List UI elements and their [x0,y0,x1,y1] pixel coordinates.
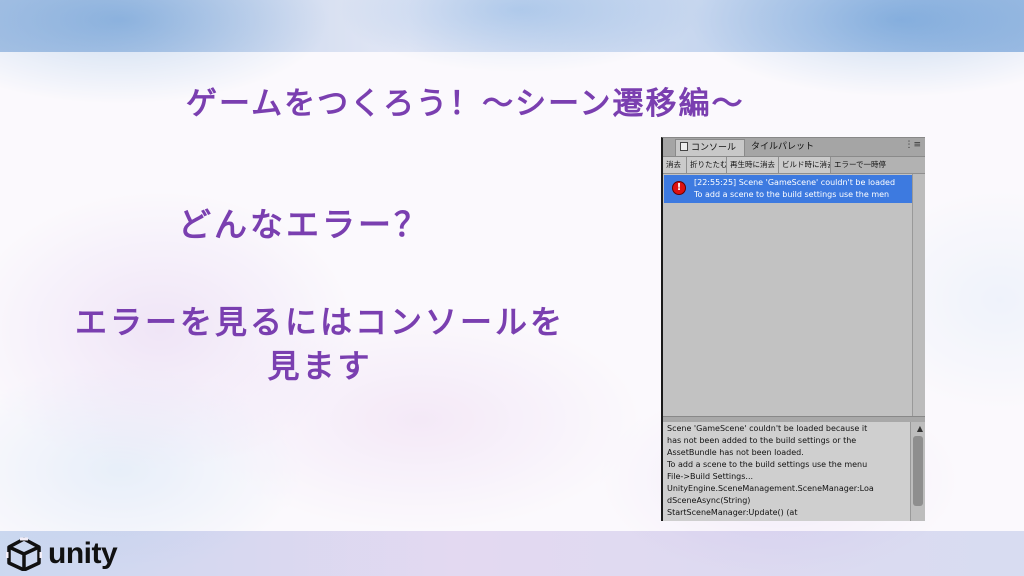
unity-logo: unity [6,536,118,572]
log-list-scrollbar[interactable] [912,174,925,416]
tab-console-label: コンソール [691,143,737,153]
detail-line: To add a scene to the build settings use… [667,460,868,469]
log-entry-row[interactable]: ! [22:55:25] Scene 'GameScene' couldn't … [664,175,914,203]
description-line-1: エラーを見るにはコンソールを [74,303,565,341]
slide-question: どんなエラー？ [178,205,430,244]
console-tab-bar: コンソール タイルパレット ⋮≡ [663,138,925,157]
clear-on-play-button[interactable]: 再生時に消去 [727,157,779,173]
tab-tile-palette-label: タイルパレット [751,142,815,152]
log-entry-line-2: To add a scene to the build settings use… [694,190,890,199]
unity-logo-text: unity [48,537,118,570]
collapse-button[interactable]: 折りたたむ [687,157,727,173]
detail-line: Scene 'GameScene' couldn't be loaded bec… [667,424,868,433]
log-list: ! [22:55:25] Scene 'GameScene' couldn't … [663,174,914,414]
bottom-watercolor-band [0,531,1024,576]
console-tab-icon [680,142,688,151]
detail-scrollbar[interactable]: ▲ [910,422,925,521]
error-pause-button[interactable]: エラーで一時停 [831,157,925,173]
clear-on-build-button[interactable]: ビルド時に消去 [779,157,831,173]
log-detail-panel: Scene 'GameScene' couldn't be loaded bec… [663,422,925,521]
error-icon: ! [672,181,686,195]
detail-line: AssetBundle has not been loaded. [667,448,804,457]
detail-line: has not been added to the build settings… [667,436,857,445]
slide-title: ゲームをつくろう！〜シーン遷移編〜 [186,86,745,122]
slide-description: エラーを見るにはコンソールを 見ます [50,300,590,388]
tab-console[interactable]: コンソール [675,139,745,156]
scroll-thumb[interactable] [913,436,923,506]
scroll-up-arrow-icon[interactable]: ▲ [917,424,923,433]
console-toolbar: 消去 折りたたむ 再生時に消去 ビルド時に消去 エラーで一時停 [663,157,925,174]
unity-console-window: コンソール タイルパレット ⋮≡ 消去 折りたたむ 再生時に消去 ビルド時に消去… [661,137,925,521]
log-entry-line-1: [22:55:25] Scene 'GameScene' couldn't be… [694,178,896,187]
description-line-2: 見ます [267,347,373,385]
top-watercolor-band [0,0,1024,52]
clear-button[interactable]: 消去 [663,157,687,173]
detail-line: dSceneAsync(String) [667,496,751,505]
unity-cube-icon [6,537,42,571]
detail-line: UnityEngine.SceneManagement.SceneManager… [667,484,874,493]
detail-line: StartSceneManager:Update() (at [667,508,798,517]
detail-line: File->Build Settings... [667,472,754,481]
tab-tile-palette[interactable]: タイルパレット [747,139,821,156]
window-menu-icon[interactable]: ⋮≡ [904,140,921,150]
